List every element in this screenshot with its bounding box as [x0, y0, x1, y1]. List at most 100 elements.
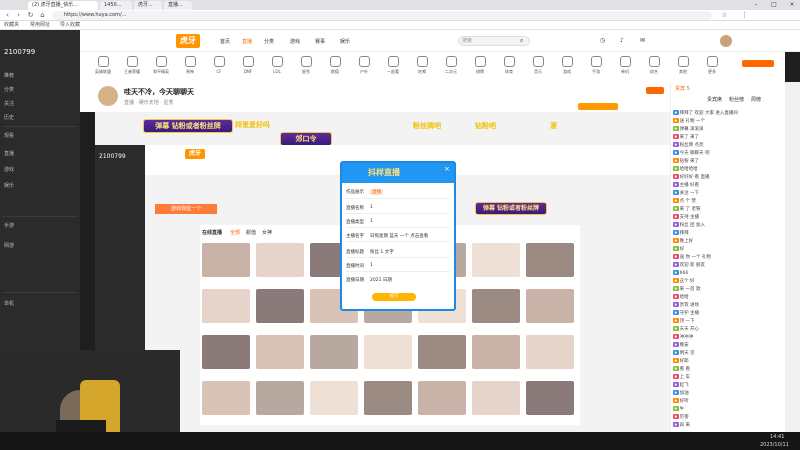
- category-item[interactable]: 其他: [672, 56, 694, 75]
- nav-live[interactable]: 直播: [242, 38, 252, 45]
- category-item[interactable]: 游戏: [556, 56, 578, 75]
- message-icon[interactable]: ✉: [640, 37, 645, 44]
- maximize-icon[interactable]: □: [766, 0, 782, 10]
- submit-button[interactable]: 提交: [372, 293, 416, 301]
- nav-events[interactable]: 赛事: [315, 38, 325, 45]
- category-item[interactable]: 更多: [701, 56, 723, 75]
- tab-huya[interactable]: (2) 虎牙直播_快乐...: [28, 1, 98, 10]
- category-item[interactable]: 综合: [643, 56, 665, 75]
- sidebar-item[interactable]: 分类: [4, 86, 14, 93]
- stream-thumbnail[interactable]: [256, 289, 304, 323]
- category-item[interactable]: 体育: [498, 56, 520, 75]
- category-item[interactable]: 手游: [585, 56, 607, 75]
- sidebar-item[interactable]: 直播: [4, 150, 14, 157]
- filter-tab[interactable]: 全部: [230, 229, 240, 236]
- stream-thumbnail[interactable]: [256, 335, 304, 369]
- category-item[interactable]: 户外: [353, 56, 375, 75]
- dialog-field-value[interactable]: 粉丝 1.文字: [370, 249, 394, 255]
- chat-tab[interactable]: 粉丝榜: [729, 96, 744, 103]
- tab-2[interactable]: 1450...: [100, 1, 132, 10]
- sidebar-item[interactable]: 游戏: [4, 166, 14, 173]
- category-item[interactable]: 王者荣耀: [121, 56, 143, 75]
- category-item[interactable]: 音乐: [527, 56, 549, 75]
- category-item[interactable]: 颜值: [324, 56, 346, 75]
- sidebar-item[interactable]: 关注: [4, 100, 14, 107]
- stream-thumbnail[interactable]: [310, 335, 358, 369]
- dialog-field-value[interactable]: 1: [370, 263, 373, 268]
- category-item[interactable]: 棋牌: [469, 56, 491, 75]
- category-item[interactable]: DNF: [237, 56, 259, 74]
- stream-thumbnail[interactable]: [526, 381, 574, 415]
- nav-home[interactable]: 首页: [220, 38, 230, 45]
- avatar[interactable]: [720, 35, 732, 47]
- filter-tab[interactable]: 颜值: [246, 229, 256, 236]
- category-item[interactable]: 单机: [614, 56, 636, 75]
- stream-thumbnail[interactable]: [364, 381, 412, 415]
- dialog-field-value[interactable]: 1: [370, 205, 373, 210]
- sidebar-item[interactable]: 单机: [4, 300, 14, 307]
- sidebar-item[interactable]: 手游: [4, 222, 14, 229]
- subscribe-button[interactable]: [578, 103, 618, 110]
- streamer-avatar[interactable]: [98, 86, 118, 106]
- stream-thumbnail[interactable]: [202, 243, 250, 277]
- filter-tab[interactable]: 女神: [262, 229, 272, 236]
- sidebar-item[interactable]: 娱乐: [4, 182, 14, 189]
- stream-thumbnail[interactable]: [526, 243, 574, 277]
- minimize-icon[interactable]: –: [748, 0, 764, 10]
- stream-thumbnail[interactable]: [202, 381, 250, 415]
- chat-tab[interactable]: 周榜: [751, 96, 761, 103]
- close-icon[interactable]: ×: [444, 165, 450, 173]
- category-item[interactable]: 二次元: [440, 56, 462, 75]
- huya-logo[interactable]: 虎牙: [176, 34, 200, 48]
- stream-thumbnail[interactable]: [472, 289, 520, 323]
- category-item[interactable]: 原神: [179, 56, 201, 75]
- category-item[interactable]: 和平精英: [150, 56, 172, 75]
- forward-icon[interactable]: ›: [14, 11, 23, 20]
- tab-3[interactable]: 虎牙...: [134, 1, 162, 10]
- stream-thumbnail[interactable]: [526, 289, 574, 323]
- stream-thumbnail[interactable]: [526, 335, 574, 369]
- dialog-tab[interactable]: 直播: [370, 189, 383, 195]
- stream-thumbnail[interactable]: [472, 243, 520, 277]
- nav-ent[interactable]: 娱乐: [340, 38, 350, 45]
- star-icon[interactable]: ☆: [720, 11, 729, 20]
- stream-thumbnail[interactable]: [364, 335, 412, 369]
- sidebar-item[interactable]: 网游: [4, 242, 14, 249]
- bell-icon[interactable]: ♪: [620, 37, 624, 44]
- history-icon[interactable]: ◷: [600, 37, 605, 44]
- category-item[interactable]: LOL: [266, 56, 288, 74]
- url-input[interactable]: https://www.huya.com/...: [52, 11, 712, 20]
- stream-thumbnail[interactable]: [256, 243, 304, 277]
- category-item[interactable]: 星秀: [295, 56, 317, 75]
- category-item[interactable]: 吃喝: [411, 56, 433, 75]
- chat-tab[interactable]: 贵宾席: [707, 96, 722, 103]
- sidebar-item[interactable]: 观看: [4, 132, 14, 139]
- stream-thumbnail[interactable]: [418, 381, 466, 415]
- stream-thumbnail[interactable]: [202, 335, 250, 369]
- follow-button[interactable]: [646, 87, 664, 94]
- stream-thumbnail[interactable]: [472, 381, 520, 415]
- dialog-field-value[interactable]: 2021 日期: [370, 277, 392, 283]
- dialog-field-value[interactable]: 1: [370, 219, 373, 224]
- home-icon[interactable]: ⌂: [38, 11, 47, 20]
- bookmark-item[interactable]: 收藏夹: [4, 21, 19, 30]
- sidebar-item[interactable]: 推荐: [4, 72, 14, 79]
- dialog-field-value[interactable]: 日照星期 蓝天 一个 点击查看: [370, 233, 428, 239]
- back-icon[interactable]: ‹: [3, 11, 12, 20]
- stream-thumbnail[interactable]: [256, 381, 304, 415]
- tab-4[interactable]: 直播...: [164, 1, 192, 10]
- category-item[interactable]: 一起看: [382, 56, 404, 75]
- bookmark-item[interactable]: 导入收藏: [60, 21, 80, 30]
- category-item[interactable]: 英雄联盟: [92, 56, 114, 75]
- sidebar-item[interactable]: 历史: [4, 114, 14, 121]
- popo-button[interactable]: [742, 60, 774, 67]
- chat-scrollbar[interactable]: [785, 82, 800, 432]
- close-icon[interactable]: ×: [784, 0, 800, 10]
- category-item[interactable]: CF: [208, 56, 230, 74]
- search-icon[interactable]: ⌕: [520, 37, 523, 45]
- bookmark-item[interactable]: 常用网址: [30, 21, 50, 30]
- refresh-icon[interactable]: ↻: [26, 11, 35, 20]
- extensions-icon[interactable]: ⋮: [740, 11, 749, 20]
- stream-thumbnail[interactable]: [418, 335, 466, 369]
- dialog-tab[interactable]: 作品展示: [346, 189, 364, 195]
